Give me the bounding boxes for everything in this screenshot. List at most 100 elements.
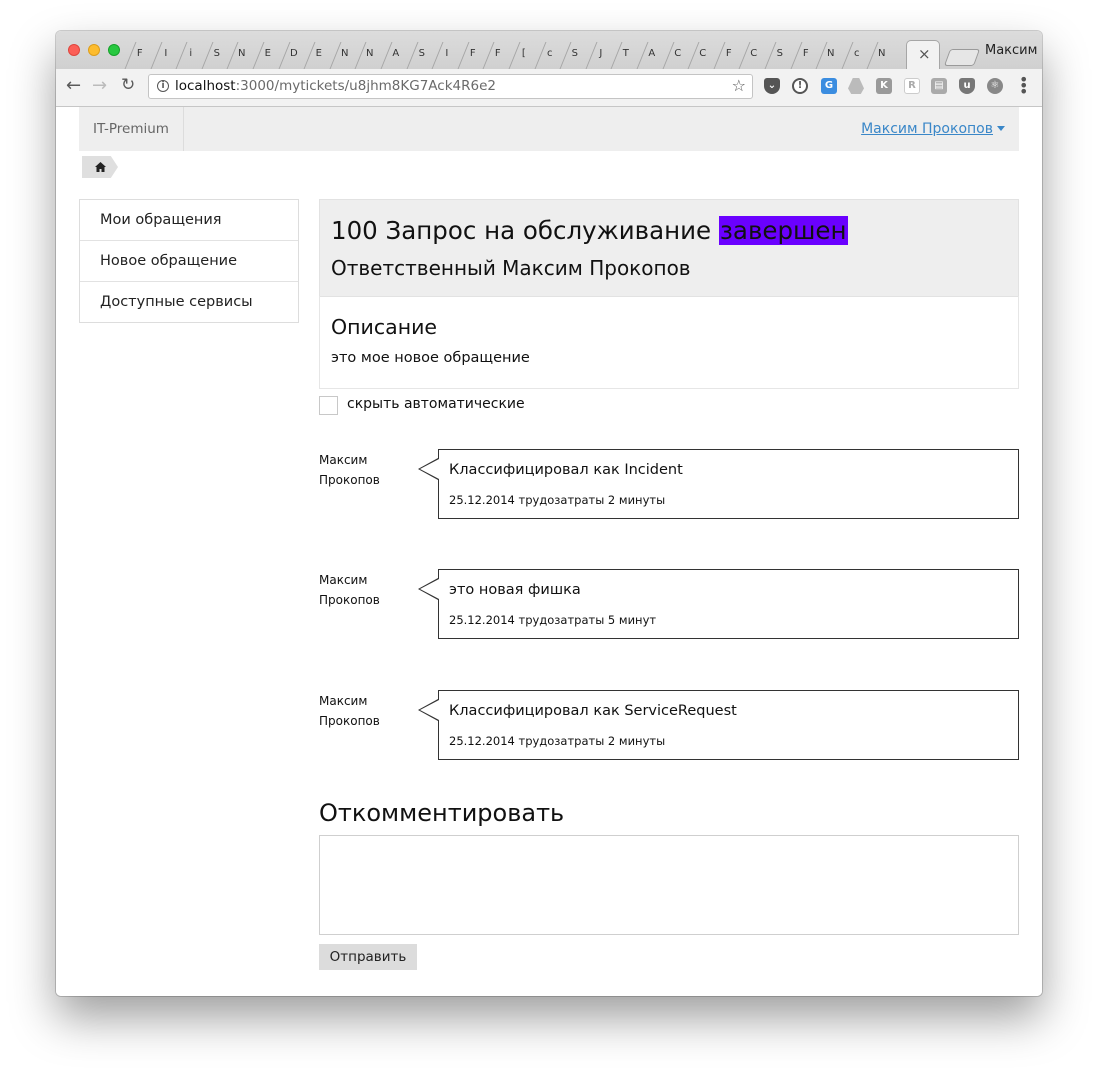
back-arrow-icon[interactable]: ←: [66, 75, 81, 96]
close-tab-icon[interactable]: ×: [918, 45, 931, 63]
close-window-button[interactable]: [68, 44, 80, 56]
tab-favicon-icon: N: [340, 48, 349, 59]
comment-bubble: Классифицировал как ServiceRequest 25.12…: [418, 690, 1019, 760]
tab-item[interactable]: C: [738, 42, 769, 69]
author-first-name: Максим: [319, 694, 368, 708]
maximize-window-button[interactable]: [108, 44, 120, 56]
tab-item[interactable]: C: [687, 42, 718, 69]
tab-item[interactable]: A: [380, 42, 411, 69]
sidebar-item-services[interactable]: Доступные сервисы: [80, 282, 298, 323]
ublock-icon[interactable]: u: [959, 78, 975, 94]
comment-text: Классифицировал как Incident: [449, 462, 683, 478]
sidebar: Мои обращения Новое обращение Доступные …: [79, 199, 299, 323]
tab-favicon-icon: C: [699, 48, 707, 59]
tab-item[interactable]: J: [585, 42, 616, 69]
reload-icon[interactable]: ↻: [121, 75, 135, 95]
tab-item[interactable]: [: [508, 42, 539, 69]
tab-favicon-icon: I: [445, 48, 449, 59]
tab-item[interactable]: F: [790, 42, 821, 69]
hide-automatic-label[interactable]: скрыть автоматические: [347, 396, 525, 412]
react-icon[interactable]: ⚛: [987, 78, 1003, 94]
tab-item[interactable]: E: [252, 42, 283, 69]
tab-favicon-icon: N: [827, 48, 835, 59]
url-text: localhost:3000/mytickets/u8jhm8KG7Ack4R6…: [175, 78, 496, 94]
tab-item[interactable]: c: [841, 42, 872, 69]
new-tab-button[interactable]: [943, 49, 981, 66]
tab-item[interactable]: T: [610, 42, 641, 69]
tab-item[interactable]: F: [457, 42, 488, 69]
tab-favicon-icon: c: [546, 48, 553, 59]
tab-item[interactable]: A: [636, 42, 667, 69]
breadcrumb-home[interactable]: [82, 156, 118, 178]
tab-favicon-icon: N: [878, 48, 886, 59]
ticket-title: 100 Запрос на обслуживание завершен: [331, 216, 848, 245]
tab-item[interactable]: c: [534, 42, 565, 69]
drive-icon[interactable]: [848, 78, 864, 94]
brand-link[interactable]: IT-Premium: [79, 107, 184, 151]
tab-favicon-icon: F: [802, 48, 809, 59]
user-name: Максим Прокопов: [861, 121, 993, 137]
url-path: :3000/mytickets/u8jhm8KG7Ack4R6e2: [235, 78, 496, 94]
sidebar-item-my-tickets[interactable]: Мои обращения: [80, 200, 298, 241]
comment-meta: 25.12.2014 трудозатраты 5 минут: [449, 613, 657, 627]
hide-automatic-checkbox[interactable]: [319, 396, 338, 415]
tab-favicon-icon: N: [238, 48, 246, 59]
tab-item[interactable]: F: [124, 42, 155, 69]
kaspersky-icon[interactable]: K: [876, 78, 892, 94]
tab-favicon-icon: [: [521, 48, 526, 59]
tab-favicon-icon: c: [853, 48, 860, 59]
tab-item[interactable]: I: [150, 42, 181, 69]
tab-item[interactable]: N: [329, 42, 360, 69]
tab-item[interactable]: S: [201, 42, 232, 69]
comment-textarea[interactable]: [319, 835, 1019, 935]
sidebar-item-new-ticket[interactable]: Новое обращение: [80, 241, 298, 282]
info-icon[interactable]: i: [157, 80, 169, 92]
tab-item[interactable]: I: [431, 42, 462, 69]
send-button[interactable]: Отправить: [319, 944, 417, 970]
tab-item[interactable]: S: [406, 42, 437, 69]
description-title: Описание: [331, 315, 438, 339]
star-icon[interactable]: ☆: [732, 76, 746, 95]
tab-item[interactable]: N: [226, 42, 257, 69]
tab-item[interactable]: E: [303, 42, 334, 69]
pocket-icon[interactable]: ⌄: [764, 78, 780, 94]
tab-item[interactable]: S: [764, 42, 795, 69]
address-bar[interactable]: i localhost:3000/mytickets/u8jhm8KG7Ack4…: [148, 74, 753, 99]
tab-favicon-icon: S: [776, 48, 783, 59]
tab-favicon-icon: A: [648, 48, 656, 59]
feed-icon[interactable]: ▤: [931, 78, 947, 94]
tab-favicon-icon: i: [189, 48, 193, 59]
page-content: IT-Premium Максим Прокопов Мои обращения…: [56, 107, 1042, 996]
onepassword-icon[interactable]: !: [792, 78, 808, 94]
readability-icon[interactable]: R: [904, 78, 920, 94]
menu-icon[interactable]: • • •: [1019, 72, 1028, 100]
comment-author: Максим Прокопов: [319, 691, 380, 731]
tab-favicon-icon: N: [366, 48, 374, 59]
tab-item[interactable]: F: [482, 42, 513, 69]
profile-name[interactable]: Максим: [985, 43, 1037, 58]
tab-item[interactable]: N: [354, 42, 385, 69]
tab-item[interactable]: N: [866, 42, 897, 69]
ticket-header: 100 Запрос на обслуживание завершен Отве…: [319, 199, 1019, 297]
tab-item[interactable]: S: [559, 42, 590, 69]
tab-item[interactable]: N: [815, 42, 846, 69]
tab-favicon-icon: I: [163, 48, 167, 59]
user-menu[interactable]: Максим Прокопов: [861, 121, 1005, 137]
tab-item[interactable]: D: [278, 42, 309, 69]
comment-meta: 25.12.2014 трудозатраты 2 минуты: [449, 493, 666, 507]
tab-favicon-icon: F: [469, 48, 476, 59]
extension-icon[interactable]: G: [821, 78, 837, 94]
navbar: IT-Premium Максим Прокопов: [79, 107, 1019, 151]
tab-item[interactable]: i: [175, 42, 206, 69]
tab-item[interactable]: F: [713, 42, 744, 69]
minimize-window-button[interactable]: [88, 44, 100, 56]
comment-bubble: Классифицировал как Incident 25.12.2014 …: [418, 449, 1019, 519]
tab-favicon-icon: E: [264, 48, 271, 59]
tab-item[interactable]: C: [662, 42, 693, 69]
caret-down-icon: [997, 126, 1005, 131]
status-badge: завершен: [718, 216, 848, 245]
tab-active[interactable]: ×: [906, 40, 940, 69]
tab-favicon-icon: E: [315, 48, 323, 59]
forward-arrow-icon[interactable]: →: [92, 75, 107, 96]
description-panel: Описание это мое новое обращение: [319, 296, 1019, 389]
